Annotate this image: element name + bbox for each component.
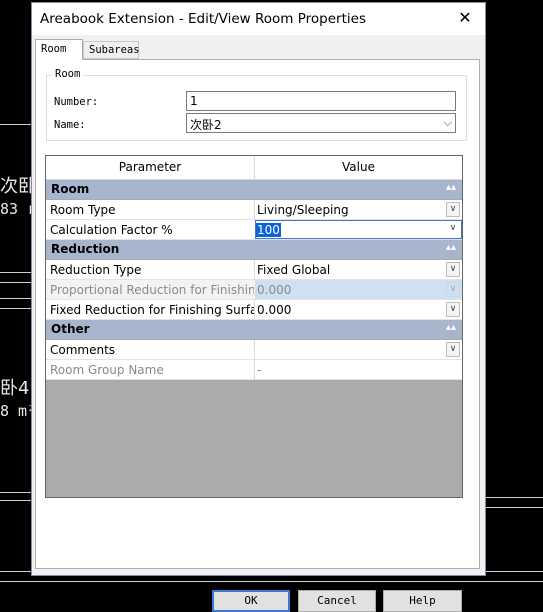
cad-line <box>0 124 31 125</box>
room-properties-dialog: Areabook Extension - Edit/View Room Prop… <box>31 2 486 612</box>
property-row[interactable]: Comments ∨ <box>46 340 462 360</box>
dialog-title: Areabook Extension - Edit/View Room Prop… <box>40 11 366 27</box>
number-label: Number: <box>54 96 99 108</box>
category-room[interactable]: Room ▴▴ <box>46 180 462 199</box>
property-value: Fixed Global <box>257 263 331 277</box>
cad-room-label: 卧4 <box>0 378 30 399</box>
cad-line <box>486 497 543 498</box>
property-name: Fixed Reduction for Finishing Surfa <box>50 303 254 317</box>
chevron-down-icon[interactable]: ∨ <box>446 202 460 217</box>
cad-line <box>0 581 543 582</box>
cad-line <box>0 298 31 299</box>
value-editor[interactable] <box>255 220 462 239</box>
property-value: - <box>257 363 262 377</box>
name-label: Name: <box>54 119 86 131</box>
cancel-button[interactable]: Cancel <box>298 590 376 612</box>
collapse-icon[interactable]: ▴▴ <box>446 322 456 333</box>
property-row[interactable]: Calculation Factor % 100 ∨ <box>46 220 462 240</box>
dialog-titlebar[interactable]: Areabook Extension - Edit/View Room Prop… <box>32 3 485 35</box>
name-value: 次卧2 <box>190 118 222 132</box>
cad-line <box>0 282 31 283</box>
cad-line <box>0 500 31 501</box>
collapse-icon[interactable]: ▴▴ <box>446 182 456 193</box>
property-name: Calculation Factor % <box>50 223 173 237</box>
property-name: Proportional Reduction for Finishin <box>50 283 254 297</box>
cad-line <box>0 492 31 493</box>
property-value: 0.000 <box>257 303 292 317</box>
property-row[interactable]: Reduction Type Fixed Global ∨ <box>46 260 462 280</box>
grid-header: Parameter Value <box>46 156 462 180</box>
cad-line <box>0 308 31 309</box>
room-tab-page: Room Number: 1 Name: 次卧2 ⌵ Parameter Val… <box>35 59 480 612</box>
property-value: Living/Sleeping <box>257 203 349 217</box>
property-row[interactable]: Room Type Living/Sleeping ∨ <box>46 200 462 220</box>
chevron-down-icon[interactable]: ∨ <box>446 222 460 237</box>
room-group-label: Room <box>52 68 84 80</box>
property-grid: Parameter Value Room ▴▴ Room Type Living… <box>45 155 463 498</box>
number-field[interactable]: 1 <box>186 91 456 111</box>
room-group-box: Room Number: 1 Name: 次卧2 ⌵ <box>46 68 467 141</box>
category-reduction[interactable]: Reduction ▴▴ <box>46 240 462 259</box>
property-row[interactable]: Fixed Reduction for Finishing Surfa 0.00… <box>46 300 462 320</box>
property-name: Reduction Type <box>50 263 142 277</box>
header-parameter: Parameter <box>118 160 182 174</box>
ok-button[interactable]: OK <box>212 590 290 612</box>
property-value: 0.000 <box>257 283 292 297</box>
chevron-down-icon[interactable]: ⌵ <box>444 116 452 130</box>
property-value-selected: 100 <box>256 223 281 237</box>
selected-text: 100 <box>256 223 281 237</box>
chevron-down-icon: ∨ <box>446 282 460 297</box>
category-label: Other <box>51 322 90 336</box>
chevron-down-icon[interactable]: ∨ <box>446 262 460 277</box>
tab-room[interactable]: Room <box>35 39 83 60</box>
chevron-down-icon[interactable]: ∨ <box>446 342 460 357</box>
property-row-readonly: Room Group Name - <box>46 360 462 380</box>
tab-subareas[interactable]: Subareas <box>83 41 140 59</box>
collapse-icon[interactable]: ▴▴ <box>446 242 456 253</box>
property-name: Room Group Name <box>50 363 164 377</box>
property-row-disabled: Proportional Reduction for Finishin 0.00… <box>46 280 462 300</box>
help-button[interactable]: Help <box>383 590 462 612</box>
chevron-down-icon[interactable]: ∨ <box>446 302 460 317</box>
cad-line <box>0 272 31 273</box>
property-name: Comments <box>50 343 116 357</box>
category-label: Room <box>51 182 90 196</box>
property-name: Room Type <box>50 203 116 217</box>
category-label: Reduction <box>51 242 120 256</box>
header-value: Value <box>342 160 375 174</box>
name-combobox[interactable]: 次卧2 ⌵ <box>186 113 456 133</box>
category-other[interactable]: Other ▴▴ <box>46 320 462 339</box>
cad-line <box>486 507 543 508</box>
close-icon[interactable]: ✕ <box>455 8 475 28</box>
